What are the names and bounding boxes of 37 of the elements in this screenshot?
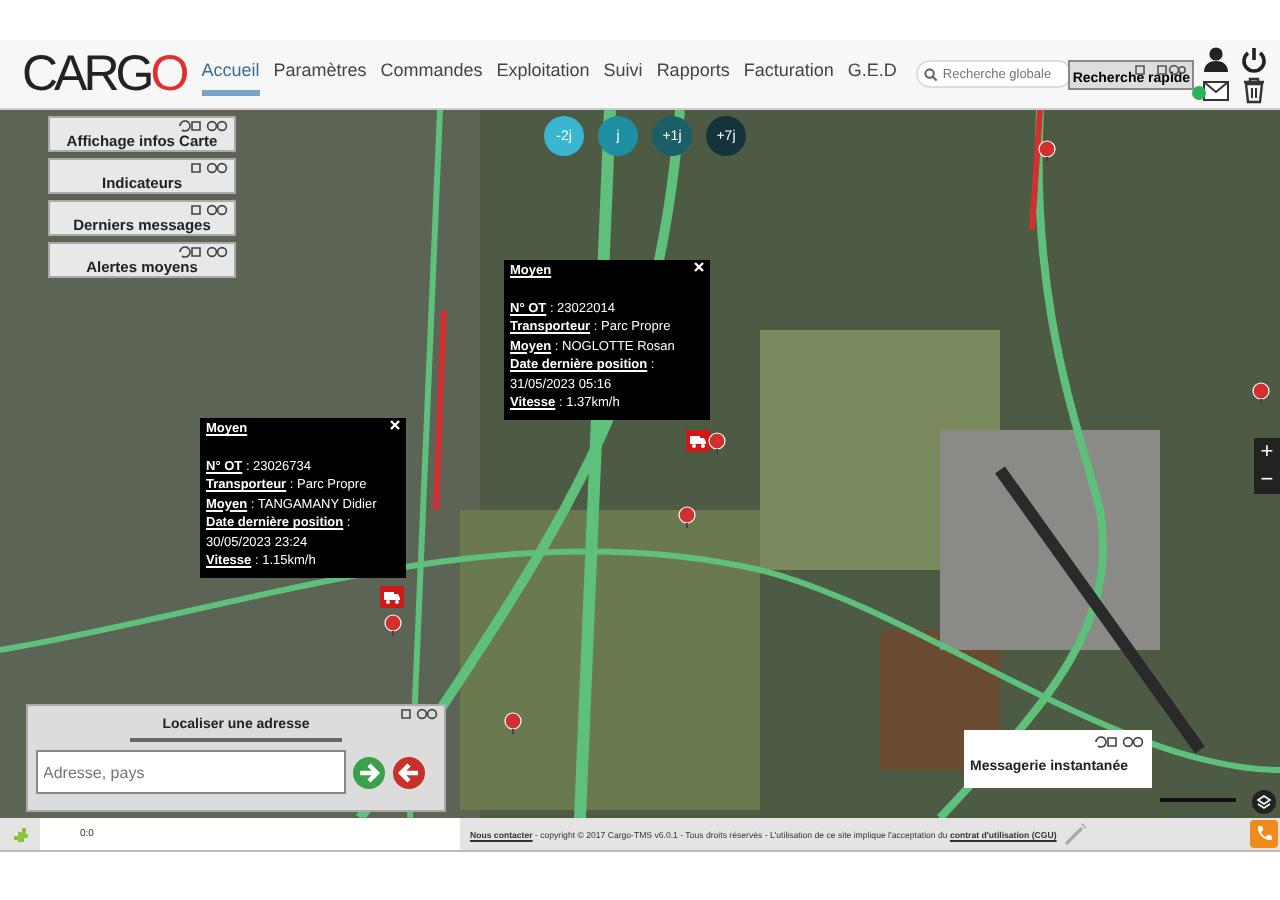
nav-tab[interactable]: G.E.D bbox=[847, 52, 897, 96]
nav-tab[interactable]: Paramètres bbox=[273, 52, 367, 96]
layers-icon[interactable] bbox=[1252, 790, 1276, 814]
back-arrow-icon[interactable] bbox=[391, 755, 425, 789]
cargo-logo: CARGO bbox=[22, 44, 189, 104]
window-controls-icon[interactable] bbox=[1134, 63, 1186, 75]
close-icon[interactable] bbox=[390, 420, 400, 430]
trash-icon[interactable] bbox=[1240, 75, 1268, 103]
map-pin-icon[interactable] bbox=[504, 712, 522, 734]
nav-tab[interactable]: Exploitation bbox=[496, 52, 590, 96]
go-arrow-icon[interactable] bbox=[351, 755, 385, 789]
nav-tab[interactable]: Rapports bbox=[656, 52, 730, 96]
mail-icon[interactable] bbox=[1202, 75, 1230, 103]
close-icon[interactable] bbox=[694, 262, 704, 272]
nav-tab[interactable]: Commandes bbox=[380, 52, 483, 96]
window-controls-icon[interactable] bbox=[178, 120, 230, 132]
map-pin-icon[interactable] bbox=[1252, 382, 1270, 404]
truck-icon[interactable] bbox=[686, 430, 710, 452]
truck-icon[interactable] bbox=[380, 586, 404, 608]
window-controls-icon[interactable] bbox=[400, 708, 440, 720]
nav-tab[interactable]: Accueil bbox=[201, 52, 260, 96]
nav-tab[interactable]: Suivi bbox=[603, 52, 643, 96]
window-controls-icon[interactable] bbox=[1094, 736, 1146, 748]
search-icon bbox=[924, 67, 939, 81]
map-pin-icon[interactable] bbox=[384, 614, 402, 636]
window-controls-icon[interactable] bbox=[178, 246, 230, 258]
window-controls-icon[interactable] bbox=[190, 204, 230, 216]
address-input-field[interactable]: Adresse, pays bbox=[35, 750, 345, 794]
nav-tab[interactable]: Facturation bbox=[743, 52, 834, 96]
map-pin-icon[interactable] bbox=[678, 506, 696, 528]
user-icon[interactable] bbox=[1202, 45, 1230, 73]
scale-bar bbox=[1160, 798, 1236, 802]
window-controls-icon[interactable] bbox=[190, 162, 230, 174]
power-icon[interactable] bbox=[1240, 45, 1268, 73]
notification-dot bbox=[1192, 85, 1206, 99]
map-pin-icon[interactable] bbox=[1038, 140, 1056, 162]
map-pin-icon[interactable] bbox=[708, 432, 726, 454]
